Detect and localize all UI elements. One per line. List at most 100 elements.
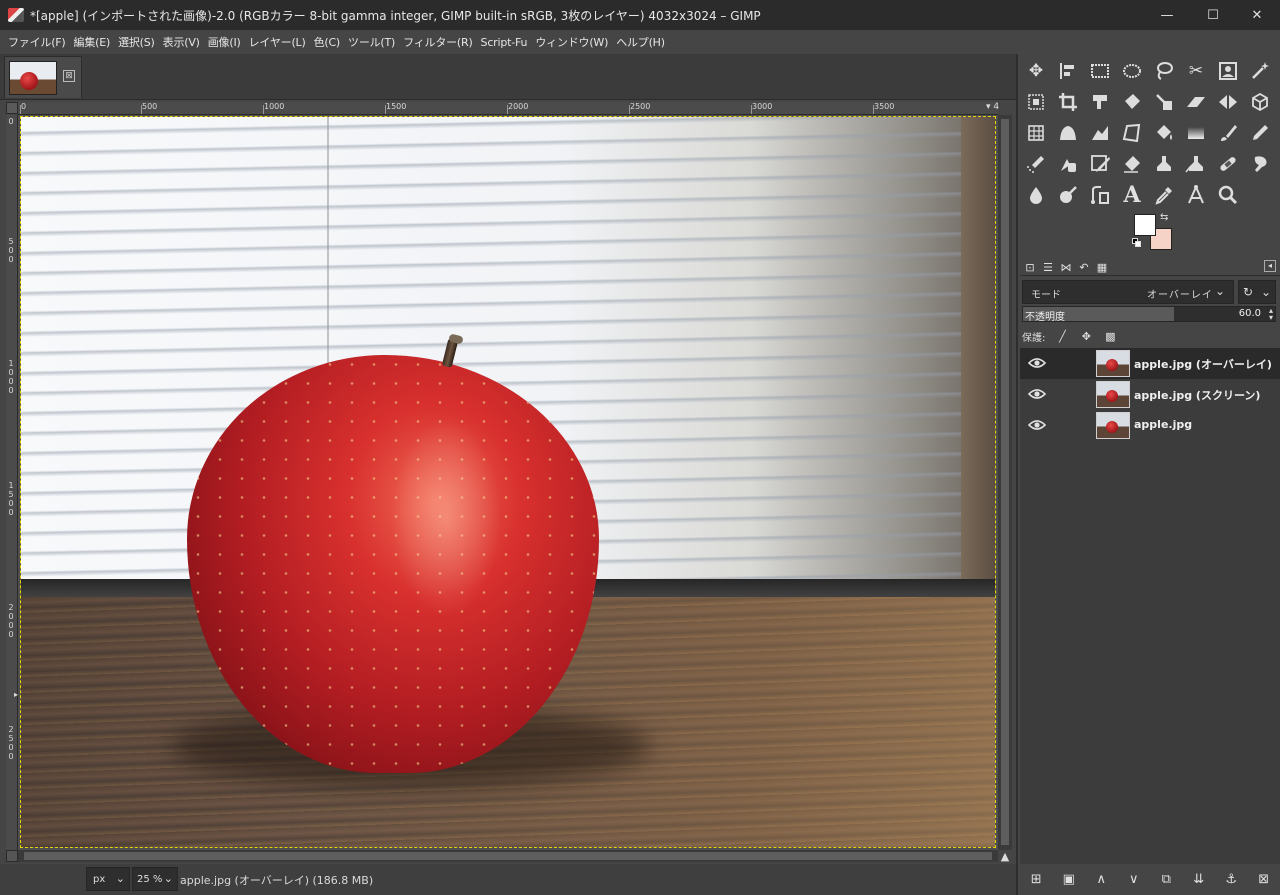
close-button[interactable]: ✕ — [1234, 0, 1280, 30]
ellipse-select-tool-icon[interactable] — [1118, 56, 1146, 86]
foreground-select-tool-icon[interactable] — [1214, 56, 1242, 86]
handle-transform-tool-icon[interactable] — [1086, 118, 1114, 148]
menu-script-fu[interactable]: Script-Fu — [477, 36, 532, 49]
cage-transform-tool-icon[interactable] — [1022, 118, 1050, 148]
select-by-color-tool-icon[interactable] — [1022, 87, 1050, 117]
blur-sharpen-tool-icon[interactable] — [1022, 180, 1050, 210]
new-layer-group-icon[interactable]: ▣ — [1059, 869, 1079, 889]
layer-mode-select[interactable]: モード オーバーレイ ⌄ — [1022, 280, 1234, 304]
gradient-tool-icon[interactable] — [1182, 118, 1210, 148]
menu-help[interactable]: ヘルプ(H) — [612, 34, 669, 50]
menu-edit[interactable]: 編集(E) — [70, 34, 115, 50]
vertical-scrollbar[interactable] — [998, 115, 1012, 850]
menu-tools[interactable]: ツール(T) — [344, 34, 399, 50]
smudge-tool-icon[interactable] — [1246, 149, 1274, 179]
heal-tool-icon[interactable] — [1214, 149, 1242, 179]
horizontal-scrollbar[interactable] — [18, 850, 998, 862]
lower-layer-icon[interactable]: ∨ — [1124, 869, 1144, 889]
rectangle-select-tool-icon[interactable] — [1086, 56, 1114, 86]
align-tool-icon[interactable] — [1054, 56, 1082, 86]
quick-mask-button[interactable] — [6, 850, 18, 862]
tab-layers-icon[interactable]: ☰ — [1040, 259, 1056, 275]
clone-tool-icon[interactable] — [1150, 149, 1178, 179]
opacity-slider[interactable]: 不透明度 60.0 ▴ ▾ — [1022, 306, 1276, 323]
zoom-tool-icon[interactable] — [1214, 180, 1242, 210]
scissors-select-tool-icon[interactable]: ✂ — [1182, 56, 1210, 86]
layer-row-screen[interactable]: apple.jpg (スクリーン) — [1020, 379, 1280, 410]
ruler-corner-menu-button[interactable] — [6, 102, 18, 114]
new-layer-icon[interactable]: ⊞ — [1026, 869, 1046, 889]
spin-arrows-icon[interactable]: ▴ ▾ — [1269, 307, 1273, 322]
color-picker-tool-icon[interactable] — [1150, 180, 1178, 210]
bucket-fill-tool-icon[interactable] — [1150, 118, 1178, 148]
measure-tool-icon[interactable] — [1182, 180, 1210, 210]
airbrush-tool-icon[interactable] — [1022, 149, 1050, 179]
layer-name[interactable]: apple.jpg — [1134, 418, 1192, 431]
image-tab-apple[interactable]: ⊠ — [4, 56, 82, 98]
layer-name[interactable]: apple.jpg (オーバーレイ) — [1134, 356, 1272, 372]
merge-layer-icon[interactable]: ⇊ — [1189, 869, 1209, 889]
navigate-icon[interactable]: ▲ — [999, 851, 1011, 863]
rotate-tool-icon[interactable] — [1118, 87, 1146, 117]
menu-layer[interactable]: レイヤー(L) — [245, 34, 310, 50]
shear-tool-icon[interactable] — [1182, 87, 1210, 117]
move-tool-icon[interactable]: ✥ — [1022, 56, 1050, 86]
lock-alpha-icon[interactable]: ▩ — [1101, 330, 1119, 343]
crop-tool-icon[interactable] — [1054, 87, 1082, 117]
menu-file[interactable]: ファイル(F) — [4, 34, 70, 50]
layer-row-overlay[interactable]: apple.jpg (オーバーレイ) — [1020, 348, 1280, 379]
swap-colors-icon[interactable]: ⇆ — [1160, 212, 1168, 223]
fuzzy-select-tool-icon[interactable] — [1246, 56, 1274, 86]
reset-colors-icon[interactable] — [1132, 238, 1142, 248]
close-tab-icon[interactable]: ⊠ — [63, 70, 75, 82]
menu-view[interactable]: 表示(V) — [159, 34, 204, 50]
perspective-tool-icon[interactable] — [1118, 118, 1146, 148]
zoom-select[interactable]: 25 % ⌄ — [132, 867, 178, 891]
vertical-ruler[interactable]: 0 500 1000 1500 2000 2500 — [6, 115, 18, 850]
duplicate-layer-icon[interactable]: ⧉ — [1156, 869, 1176, 889]
flip-tool-icon[interactable] — [1214, 87, 1242, 117]
layer-name[interactable]: apple.jpg (スクリーン) — [1134, 387, 1260, 403]
delete-layer-icon[interactable]: ⊠ — [1254, 869, 1274, 889]
perspective-clone-tool-icon[interactable] — [1182, 149, 1210, 179]
eye-icon[interactable] — [1028, 418, 1046, 432]
lock-pixels-icon[interactable]: ╱ — [1053, 330, 1071, 343]
text-tool-icon[interactable]: A — [1118, 180, 1146, 210]
scale-tool-icon[interactable] — [1150, 87, 1178, 117]
dodge-burn-tool-icon[interactable] — [1054, 180, 1082, 210]
vertical-scroll-thumb[interactable] — [1001, 119, 1009, 845]
pencil-tool-icon[interactable] — [1246, 118, 1274, 148]
layer-row-base[interactable]: apple.jpg — [1020, 410, 1280, 441]
menu-filters[interactable]: フィルター(R) — [399, 34, 476, 50]
menu-image[interactable]: 画像(I) — [204, 34, 245, 50]
eraser-tool-icon[interactable] — [1118, 149, 1146, 179]
lock-position-icon[interactable]: ✥ — [1077, 330, 1095, 343]
paths-tool-icon[interactable] — [1086, 180, 1114, 210]
horizontal-scroll-thumb[interactable] — [24, 852, 992, 860]
dock-menu-icon[interactable]: ◂ — [1264, 260, 1276, 272]
unit-select[interactable]: px ⌄ — [86, 867, 130, 891]
tab-channels-icon[interactable]: ⋈ — [1058, 259, 1074, 275]
paintbrush-tool-icon[interactable] — [1214, 118, 1242, 148]
composite-mode-button[interactable]: ↻ ⌄ — [1238, 280, 1276, 304]
eye-icon[interactable] — [1028, 387, 1046, 401]
quick-mask-toggle-icon[interactable]: ▸ — [14, 690, 20, 702]
ink-tool-icon[interactable] — [1054, 149, 1082, 179]
tab-undo-history-icon[interactable]: ↶ — [1076, 259, 1092, 275]
tab-images-icon[interactable]: ▦ — [1094, 259, 1110, 275]
image-canvas[interactable] — [18, 115, 998, 850]
tab-tool-options-icon[interactable]: ⊡ — [1022, 259, 1038, 275]
eye-icon[interactable] — [1028, 356, 1046, 370]
raise-layer-icon[interactable]: ∧ — [1091, 869, 1111, 889]
minimize-button[interactable]: — — [1144, 0, 1190, 30]
warp-transform-tool-icon[interactable] — [1054, 118, 1082, 148]
unified-transform-tool-icon[interactable] — [1086, 87, 1114, 117]
anchor-layer-icon[interactable]: ⚓ — [1221, 869, 1241, 889]
menu-select[interactable]: 選択(S) — [114, 34, 159, 50]
lasso-tool-icon[interactable] — [1150, 56, 1178, 86]
menu-colors[interactable]: 色(C) — [310, 34, 344, 50]
3d-transform-tool-icon[interactable] — [1246, 87, 1274, 117]
mypaint-brush-tool-icon[interactable] — [1086, 149, 1114, 179]
foreground-color-swatch[interactable] — [1134, 214, 1156, 236]
horizontal-ruler[interactable]: 0 500 1000 1500 2000 2500 3000 3500 — [18, 102, 998, 115]
